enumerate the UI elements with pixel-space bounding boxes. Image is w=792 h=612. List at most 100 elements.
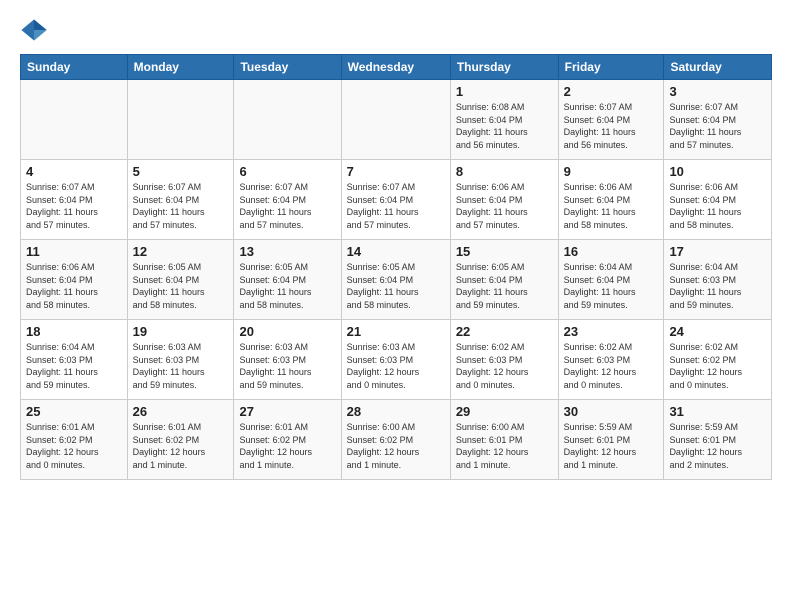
weekday-header-thursday: Thursday [450,55,558,80]
weekday-header-friday: Friday [558,55,664,80]
day-number: 15 [456,244,553,259]
day-info: Sunrise: 6:08 AMSunset: 6:04 PMDaylight:… [456,101,553,151]
day-number: 6 [239,164,335,179]
day-info: Sunrise: 6:02 AMSunset: 6:03 PMDaylight:… [564,341,659,391]
day-info: Sunrise: 5:59 AMSunset: 6:01 PMDaylight:… [669,421,766,471]
calendar-cell: 23 Sunrise: 6:02 AMSunset: 6:03 PMDayligh… [558,320,664,400]
calendar-cell: 20 Sunrise: 6:03 AMSunset: 6:03 PMDayligh… [234,320,341,400]
day-number: 11 [26,244,122,259]
calendar-cell: 11 Sunrise: 6:06 AMSunset: 6:04 PMDayligh… [21,240,128,320]
calendar-cell [341,80,450,160]
day-number: 16 [564,244,659,259]
day-number: 2 [564,84,659,99]
calendar-cell: 15 Sunrise: 6:05 AMSunset: 6:04 PMDayligh… [450,240,558,320]
day-number: 10 [669,164,766,179]
day-number: 17 [669,244,766,259]
day-info: Sunrise: 6:00 AMSunset: 6:01 PMDaylight:… [456,421,553,471]
calendar-cell: 10 Sunrise: 6:06 AMSunset: 6:04 PMDayligh… [664,160,772,240]
day-info: Sunrise: 5:59 AMSunset: 6:01 PMDaylight:… [564,421,659,471]
calendar-cell: 7 Sunrise: 6:07 AMSunset: 6:04 PMDaylight… [341,160,450,240]
calendar-cell: 6 Sunrise: 6:07 AMSunset: 6:04 PMDaylight… [234,160,341,240]
day-info: Sunrise: 6:02 AMSunset: 6:03 PMDaylight:… [456,341,553,391]
day-number: 28 [347,404,445,419]
weekday-header-tuesday: Tuesday [234,55,341,80]
calendar-cell: 27Sunrise: 6:01 AMSunset: 6:02 PMDayligh… [234,400,341,480]
calendar-cell: 8 Sunrise: 6:06 AMSunset: 6:04 PMDaylight… [450,160,558,240]
day-info: Sunrise: 6:07 AMSunset: 6:04 PMDaylight:… [669,101,766,151]
day-info: Sunrise: 6:05 AMSunset: 6:04 PMDaylight:… [456,261,553,311]
day-info: Sunrise: 6:06 AMSunset: 6:04 PMDaylight:… [456,181,553,231]
day-info: Sunrise: 6:03 AMSunset: 6:03 PMDaylight:… [347,341,445,391]
day-info: Sunrise: 6:03 AMSunset: 6:03 PMDaylight:… [133,341,229,391]
weekday-header-wednesday: Wednesday [341,55,450,80]
day-number: 22 [456,324,553,339]
day-number: 12 [133,244,229,259]
calendar-week-4: 18 Sunrise: 6:04 AMSunset: 6:03 PMDayligh… [21,320,772,400]
day-number: 29 [456,404,553,419]
day-number: 25 [26,404,122,419]
day-number: 18 [26,324,122,339]
day-number: 1 [456,84,553,99]
day-info: Sunrise: 6:07 AMSunset: 6:04 PMDaylight:… [239,181,335,231]
header [20,16,772,44]
calendar-table: SundayMondayTuesdayWednesdayThursdayFrid… [20,54,772,480]
day-number: 8 [456,164,553,179]
day-number: 23 [564,324,659,339]
calendar-cell: 12 Sunrise: 6:05 AMSunset: 6:04 PMDayligh… [127,240,234,320]
day-number: 19 [133,324,229,339]
day-number: 4 [26,164,122,179]
weekday-header-monday: Monday [127,55,234,80]
calendar-cell: 25 Sunrise: 6:01 AMSunset: 6:02 PMDayligh… [21,400,128,480]
day-info: Sunrise: 6:05 AMSunset: 6:04 PMDaylight:… [239,261,335,311]
calendar-week-1: 1 Sunrise: 6:08 AMSunset: 6:04 PMDaylight… [21,80,772,160]
calendar-cell: 29 Sunrise: 6:00 AMSunset: 6:01 PMDayligh… [450,400,558,480]
day-info: Sunrise: 6:03 AMSunset: 6:03 PMDaylight:… [239,341,335,391]
calendar-header: SundayMondayTuesdayWednesdayThursdayFrid… [21,55,772,80]
day-number: 5 [133,164,229,179]
day-info: Sunrise: 6:00 AMSunset: 6:02 PMDaylight:… [347,421,445,471]
calendar-cell: 24 Sunrise: 6:02 AMSunset: 6:02 PMDayligh… [664,320,772,400]
day-info: Sunrise: 6:05 AMSunset: 6:04 PMDaylight:… [347,261,445,311]
calendar-cell: 17 Sunrise: 6:04 AMSunset: 6:03 PMDayligh… [664,240,772,320]
calendar-cell: 14Sunrise: 6:05 AMSunset: 6:04 PMDayligh… [341,240,450,320]
weekday-header-saturday: Saturday [664,55,772,80]
day-number: 31 [669,404,766,419]
calendar-cell [234,80,341,160]
page: SundayMondayTuesdayWednesdayThursdayFrid… [0,0,792,612]
day-info: Sunrise: 6:06 AMSunset: 6:04 PMDaylight:… [564,181,659,231]
day-info: Sunrise: 6:06 AMSunset: 6:04 PMDaylight:… [669,181,766,231]
day-info: Sunrise: 6:06 AMSunset: 6:04 PMDaylight:… [26,261,122,311]
day-number: 27 [239,404,335,419]
calendar-cell: 30Sunrise: 5:59 AMSunset: 6:01 PMDayligh… [558,400,664,480]
calendar-cell: 4 Sunrise: 6:07 AMSunset: 6:04 PMDaylight… [21,160,128,240]
calendar-cell: 18 Sunrise: 6:04 AMSunset: 6:03 PMDayligh… [21,320,128,400]
day-number: 21 [347,324,445,339]
calendar-week-3: 11 Sunrise: 6:06 AMSunset: 6:04 PMDayligh… [21,240,772,320]
day-number: 24 [669,324,766,339]
calendar-cell: 26Sunrise: 6:01 AMSunset: 6:02 PMDayligh… [127,400,234,480]
calendar-cell: 19 Sunrise: 6:03 AMSunset: 6:03 PMDayligh… [127,320,234,400]
day-info: Sunrise: 6:07 AMSunset: 6:04 PMDaylight:… [347,181,445,231]
day-info: Sunrise: 6:05 AMSunset: 6:04 PMDaylight:… [133,261,229,311]
calendar-cell: 21 Sunrise: 6:03 AMSunset: 6:03 PMDayligh… [341,320,450,400]
calendar-cell: 16 Sunrise: 6:04 AMSunset: 6:04 PMDayligh… [558,240,664,320]
calendar-cell: 22 Sunrise: 6:02 AMSunset: 6:03 PMDayligh… [450,320,558,400]
day-info: Sunrise: 6:04 AMSunset: 6:04 PMDaylight:… [564,261,659,311]
day-info: Sunrise: 6:07 AMSunset: 6:04 PMDaylight:… [26,181,122,231]
calendar-cell: 3Sunrise: 6:07 AMSunset: 6:04 PMDaylight… [664,80,772,160]
day-number: 7 [347,164,445,179]
calendar-cell: 9Sunrise: 6:06 AMSunset: 6:04 PMDaylight… [558,160,664,240]
calendar-week-5: 25 Sunrise: 6:01 AMSunset: 6:02 PMDayligh… [21,400,772,480]
calendar-cell: 5Sunrise: 6:07 AMSunset: 6:04 PMDaylight… [127,160,234,240]
day-info: Sunrise: 6:02 AMSunset: 6:02 PMDaylight:… [669,341,766,391]
calendar-cell: 31 Sunrise: 5:59 AMSunset: 6:01 PMDayligh… [664,400,772,480]
calendar-cell [21,80,128,160]
day-number: 20 [239,324,335,339]
calendar-cell: 28 Sunrise: 6:00 AMSunset: 6:02 PMDayligh… [341,400,450,480]
day-info: Sunrise: 6:04 AMSunset: 6:03 PMDaylight:… [669,261,766,311]
calendar-cell: 2Sunrise: 6:07 AMSunset: 6:04 PMDaylight… [558,80,664,160]
day-info: Sunrise: 6:01 AMSunset: 6:02 PMDaylight:… [26,421,122,471]
day-info: Sunrise: 6:04 AMSunset: 6:03 PMDaylight:… [26,341,122,391]
calendar-cell: 13Sunrise: 6:05 AMSunset: 6:04 PMDayligh… [234,240,341,320]
logo [20,16,52,44]
